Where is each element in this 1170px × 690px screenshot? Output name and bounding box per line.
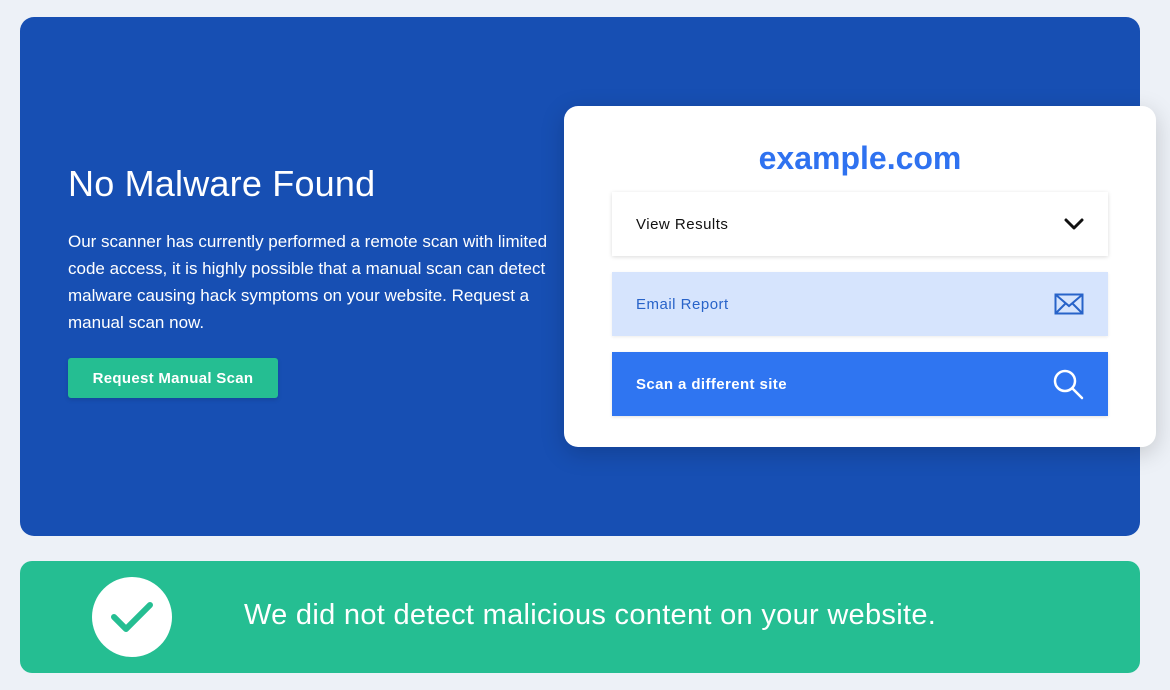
scan-different-site-button[interactable]: Scan a different site xyxy=(612,352,1108,416)
email-report-button[interactable]: Email Report xyxy=(612,272,1108,336)
site-actions-card: example.com View Results Email Report Sc… xyxy=(564,106,1156,447)
search-icon xyxy=(1052,368,1084,400)
result-description: Our scanner has currently performed a re… xyxy=(68,232,548,332)
view-results-label: View Results xyxy=(636,215,729,233)
clean-result-banner: We did not detect malicious content on y… xyxy=(20,561,1140,673)
scan-different-site-label: Scan a different site xyxy=(636,375,787,393)
checkmark-icon xyxy=(92,577,172,657)
envelope-icon xyxy=(1054,293,1084,315)
request-manual-scan-button[interactable]: Request Manual Scan xyxy=(68,358,278,398)
clean-result-message: We did not detect malicious content on y… xyxy=(244,599,937,631)
scanned-site-name: example.com xyxy=(758,140,962,176)
view-results-dropdown[interactable]: View Results xyxy=(612,192,1108,256)
scan-result-panel: No Malware Found Our scanner has current… xyxy=(20,17,1156,536)
chevron-down-icon xyxy=(1064,217,1084,231)
email-report-label: Email Report xyxy=(636,295,729,313)
result-title: No Malware Found xyxy=(68,163,376,204)
